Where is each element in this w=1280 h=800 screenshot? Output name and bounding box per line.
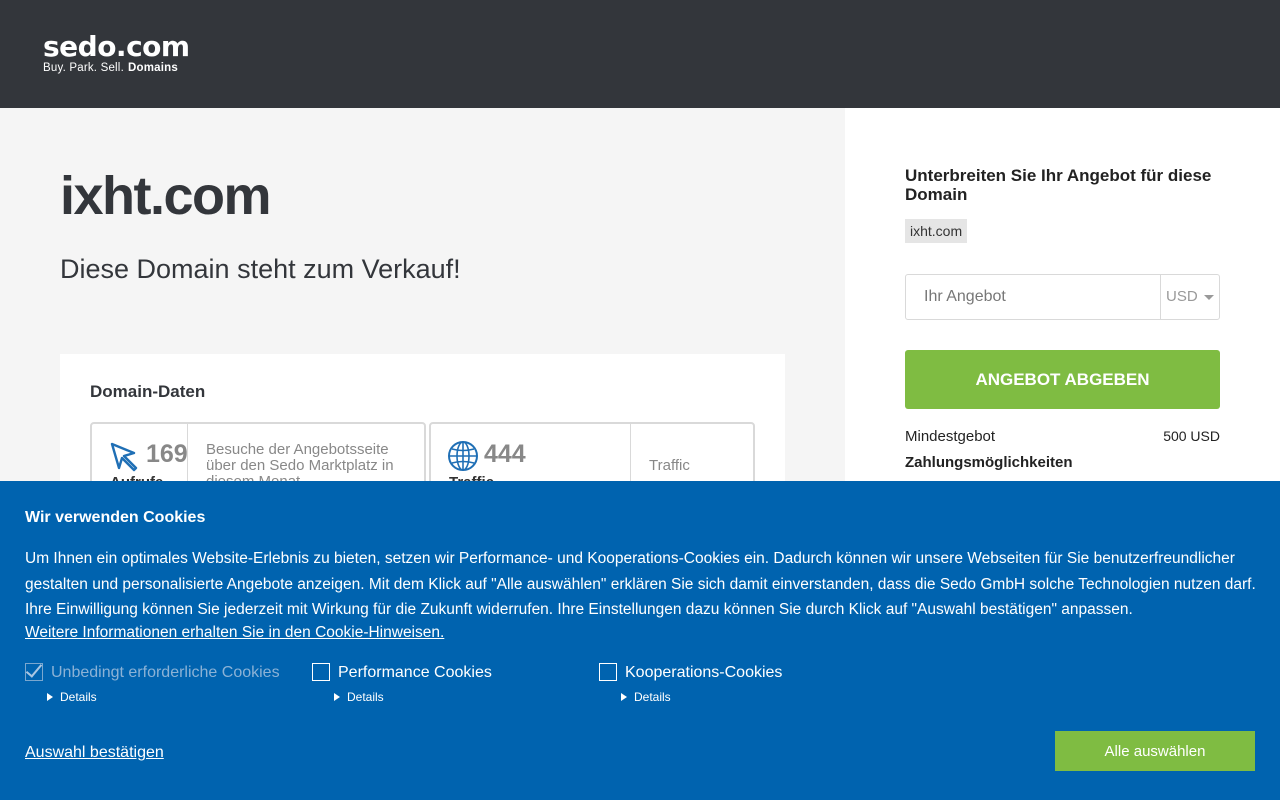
min-bid-label: Mindestgebot: [905, 428, 996, 445]
offer-amount-input[interactable]: [906, 275, 1160, 319]
confirm-selection-link[interactable]: Auswahl bestätigen: [25, 744, 164, 762]
performance-label[interactable]: Performance Cookies: [338, 664, 492, 682]
offer-title: Unterbreiten Sie Ihr Angebot für diese D…: [905, 166, 1212, 204]
triangle-right-icon: [47, 693, 53, 701]
cookie-banner: Wir verwenden Cookies Um Ihnen ein optim…: [0, 481, 1280, 800]
views-count: 169: [146, 440, 188, 468]
performance-details-toggle[interactable]: Details: [334, 690, 384, 704]
sedo-logo[interactable]: sedo.com Buy. Park. Sell. Domains: [43, 32, 190, 75]
cursor-icon: [110, 442, 138, 472]
min-bid-value: 500 USD: [1163, 428, 1220, 444]
cooperation-checkbox[interactable]: [599, 663, 617, 681]
submit-offer-button[interactable]: ANGEBOT ABGEBEN: [905, 350, 1220, 409]
currency-value: USD: [1166, 288, 1198, 305]
cooperation-details-toggle[interactable]: Details: [621, 690, 671, 704]
triangle-right-icon: [621, 693, 627, 701]
cookie-info-link[interactable]: Weitere Informationen erhalten Sie in de…: [25, 624, 444, 642]
select-all-button[interactable]: Alle auswählen: [1055, 731, 1255, 771]
for-sale-subtitle: Diese Domain steht zum Verkauf!: [60, 254, 461, 284]
currency-select[interactable]: USD: [1160, 275, 1220, 319]
cookie-text: Um Ihnen ein optimales Website-Erlebnis …: [25, 550, 1256, 618]
logo-tagline: Buy. Park. Sell. Domains: [43, 62, 190, 75]
domain-title: ixht.com: [60, 166, 272, 226]
necessary-details-toggle[interactable]: Details: [47, 690, 97, 704]
details-label: Details: [347, 690, 384, 704]
globe-icon: [448, 441, 478, 471]
logo-wordmark: sedo.com: [43, 30, 190, 63]
triangle-right-icon: [334, 693, 340, 701]
payment-options-label: Zahlungsmöglichkeiten: [905, 454, 1073, 471]
domain-data-title: Domain-Daten: [90, 382, 206, 401]
chevron-down-icon: [1204, 295, 1214, 300]
logo-tagline-bold: Domains: [127, 62, 178, 74]
domain-chip: ixht.com: [905, 219, 968, 243]
cooperation-label[interactable]: Kooperations-Cookies: [625, 664, 782, 682]
logo-tagline-text: Buy. Park. Sell.: [43, 62, 124, 74]
traffic-count: 444: [484, 440, 526, 468]
details-label: Details: [634, 690, 671, 704]
traffic-description: Traffic: [649, 457, 690, 474]
necessary-checkbox: [25, 663, 43, 681]
necessary-label: Unbedingt erforderliche Cookies: [51, 664, 280, 681]
offer-input-group: USD: [905, 274, 1220, 320]
details-label: Details: [60, 690, 97, 704]
min-bid-row: Mindestgebot 500 USD: [905, 428, 1220, 445]
cookie-title: Wir verwenden Cookies: [25, 509, 206, 526]
site-header: sedo.com Buy. Park. Sell. Domains: [0, 0, 1280, 108]
performance-checkbox[interactable]: [312, 663, 330, 681]
